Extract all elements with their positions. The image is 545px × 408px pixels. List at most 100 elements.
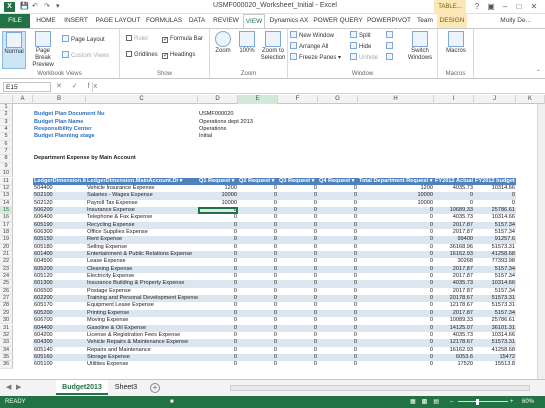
table-cell[interactable]: 605140 — [33, 347, 86, 354]
row-header-5[interactable]: 5 — [0, 133, 13, 141]
table-cell[interactable]: 2017.87 — [434, 265, 474, 274]
table-cell[interactable]: Lease Expense — [86, 258, 198, 265]
table-cell[interactable]: 0 — [238, 258, 278, 265]
row-header-25[interactable]: 25 — [0, 280, 13, 288]
table-cell[interactable]: 0 — [358, 288, 434, 295]
table-cell[interactable]: 0 — [238, 361, 278, 368]
table-cell[interactable]: 601400 — [33, 251, 86, 259]
table-cell[interactable]: 0 — [198, 288, 238, 295]
table-cell[interactable]: 0 — [278, 273, 318, 280]
table-cell[interactable]: 0 — [358, 206, 434, 215]
table-cell[interactable]: 601300 — [33, 280, 86, 288]
info-label[interactable]: Responsibility Center — [33, 126, 198, 133]
tab-home[interactable]: HOME — [33, 14, 59, 28]
close-button[interactable]: ✕ — [527, 1, 541, 12]
row-header-12[interactable]: 12 — [0, 184, 13, 193]
table-cell[interactable]: 0 — [318, 258, 358, 265]
table-cell[interactable]: 0 — [474, 192, 516, 200]
table-cell[interactable]: Equipment Lease Expense — [86, 302, 198, 309]
zoom-out-icon[interactable]: – — [450, 396, 453, 408]
table-cell[interactable]: 0 — [278, 200, 318, 207]
table-cell[interactable]: 0 — [238, 221, 278, 229]
row-header-4[interactable]: 4 — [0, 126, 13, 134]
column-header-c[interactable]: C — [86, 95, 198, 104]
info-value[interactable]: USMF000020 — [198, 111, 238, 118]
table-cell[interactable]: Salaries - Wages Expense — [86, 192, 198, 200]
table-cell[interactable]: 0 — [474, 200, 516, 207]
table-cell[interactable]: 17520 — [434, 361, 474, 368]
table-cell[interactable]: 0 — [318, 361, 358, 368]
status-record-macro-icon[interactable]: ■ — [170, 396, 174, 408]
table-cell[interactable]: 5157.34 — [474, 288, 516, 295]
table-cell[interactable]: 0 — [278, 265, 318, 274]
row-header-26[interactable]: 26 — [0, 287, 13, 296]
table-cell[interactable]: 10000 — [358, 200, 434, 207]
table-cell[interactable]: Training and Personal Development Expens… — [86, 295, 198, 303]
column-header-k[interactable]: K — [516, 95, 545, 104]
column-header-i[interactable]: I — [434, 95, 474, 104]
table-cell[interactable]: 0 — [318, 214, 358, 221]
tab-data[interactable]: DATA — [185, 14, 209, 28]
table-cell[interactable]: 20178.67 — [434, 295, 474, 303]
table-cell[interactable]: 4035.73 — [434, 332, 474, 339]
table-cell[interactable]: 0 — [318, 309, 358, 318]
table-cell[interactable]: 0 — [238, 353, 278, 362]
table-cell[interactable]: 4035.73 — [434, 214, 474, 221]
table-cell[interactable]: 41258.68 — [474, 347, 516, 354]
table-cell[interactable]: 10089.33 — [434, 317, 474, 324]
table-cell[interactable]: 605120 — [33, 273, 86, 280]
row-header-28[interactable]: 28 — [0, 302, 13, 310]
table-cell[interactable]: 0 — [358, 361, 434, 368]
table-cell[interactable]: 12178.67 — [434, 302, 474, 309]
zoom-slider[interactable] — [458, 401, 508, 402]
table-cell[interactable]: 0 — [358, 302, 434, 309]
table-cell[interactable]: Entertainment & Public Relations Expense — [86, 251, 198, 259]
info-value[interactable]: Initial — [198, 133, 238, 140]
collapse-ribbon-icon[interactable]: ⌃ — [536, 69, 541, 76]
tab-formulas[interactable]: FORMULAS — [145, 14, 183, 28]
table-cell[interactable]: 605100 — [33, 361, 86, 368]
row-header-10[interactable]: 10 — [0, 170, 13, 178]
info-label[interactable]: Budget Planning stage — [33, 133, 198, 140]
table-header[interactable]: Q1 Request ▾ — [198, 177, 238, 185]
table-cell[interactable]: License & Registration Fees Expense — [86, 332, 198, 339]
table-cell[interactable]: Printing Expense — [86, 309, 198, 318]
table-cell[interactable]: 0 — [278, 324, 318, 332]
row-header-6[interactable]: 6 — [0, 140, 13, 149]
table-header[interactable]: LedgerDimension.MainA ▾ — [33, 177, 86, 185]
table-cell[interactable]: 0 — [358, 236, 434, 244]
table-cell[interactable]: 2017.87 — [434, 229, 474, 236]
table-cell[interactable]: 14125.07 — [434, 324, 474, 332]
row-header-20[interactable]: 20 — [0, 243, 13, 251]
ribbon-display-icon[interactable]: ▣ — [484, 1, 498, 12]
section-title[interactable]: Department Expense by Main Account — [33, 155, 238, 162]
table-cell[interactable]: 15472 — [474, 353, 516, 362]
table-cell[interactable]: 506200 — [33, 206, 86, 215]
vertical-scrollbar[interactable] — [537, 104, 545, 379]
table-cell[interactable]: 0 — [238, 347, 278, 354]
table-cell[interactable]: 0 — [278, 258, 318, 265]
table-cell[interactable]: Selling Expense — [86, 244, 198, 251]
column-header-a[interactable]: A — [13, 95, 33, 104]
table-cell[interactable]: Moving Expense — [86, 317, 198, 324]
table-cell[interactable]: 0 — [198, 251, 238, 259]
table-cell[interactable]: 0 — [358, 309, 434, 318]
sheet-tab-budget2013[interactable]: Budget2013 — [56, 380, 108, 395]
row-header-21[interactable]: 21 — [0, 251, 13, 259]
view-side-by-side-icon[interactable] — [386, 31, 395, 41]
table-cell[interactable]: 0 — [278, 185, 318, 192]
table-header[interactable]: Q4 Request ▾ — [318, 177, 358, 185]
table-header[interactable]: Q3 Request ▾ — [278, 177, 318, 185]
table-cell[interactable]: 0 — [318, 339, 358, 347]
table-cell[interactable]: 0 — [358, 347, 434, 354]
hide-button[interactable]: Hide — [350, 42, 371, 52]
table-header[interactable]: Total Department Request ▾ — [358, 177, 434, 185]
table-cell[interactable]: 0 — [238, 339, 278, 347]
table-cell[interactable]: 2017.87 — [434, 309, 474, 318]
table-cell[interactable]: 0 — [318, 229, 358, 236]
table-cell[interactable]: 0 — [238, 309, 278, 318]
table-cell[interactable]: 0 — [198, 347, 238, 354]
table-cell[interactable]: 604500 — [33, 258, 86, 265]
table-cell[interactable]: 0 — [238, 280, 278, 288]
table-cell[interactable]: 0 — [318, 332, 358, 339]
